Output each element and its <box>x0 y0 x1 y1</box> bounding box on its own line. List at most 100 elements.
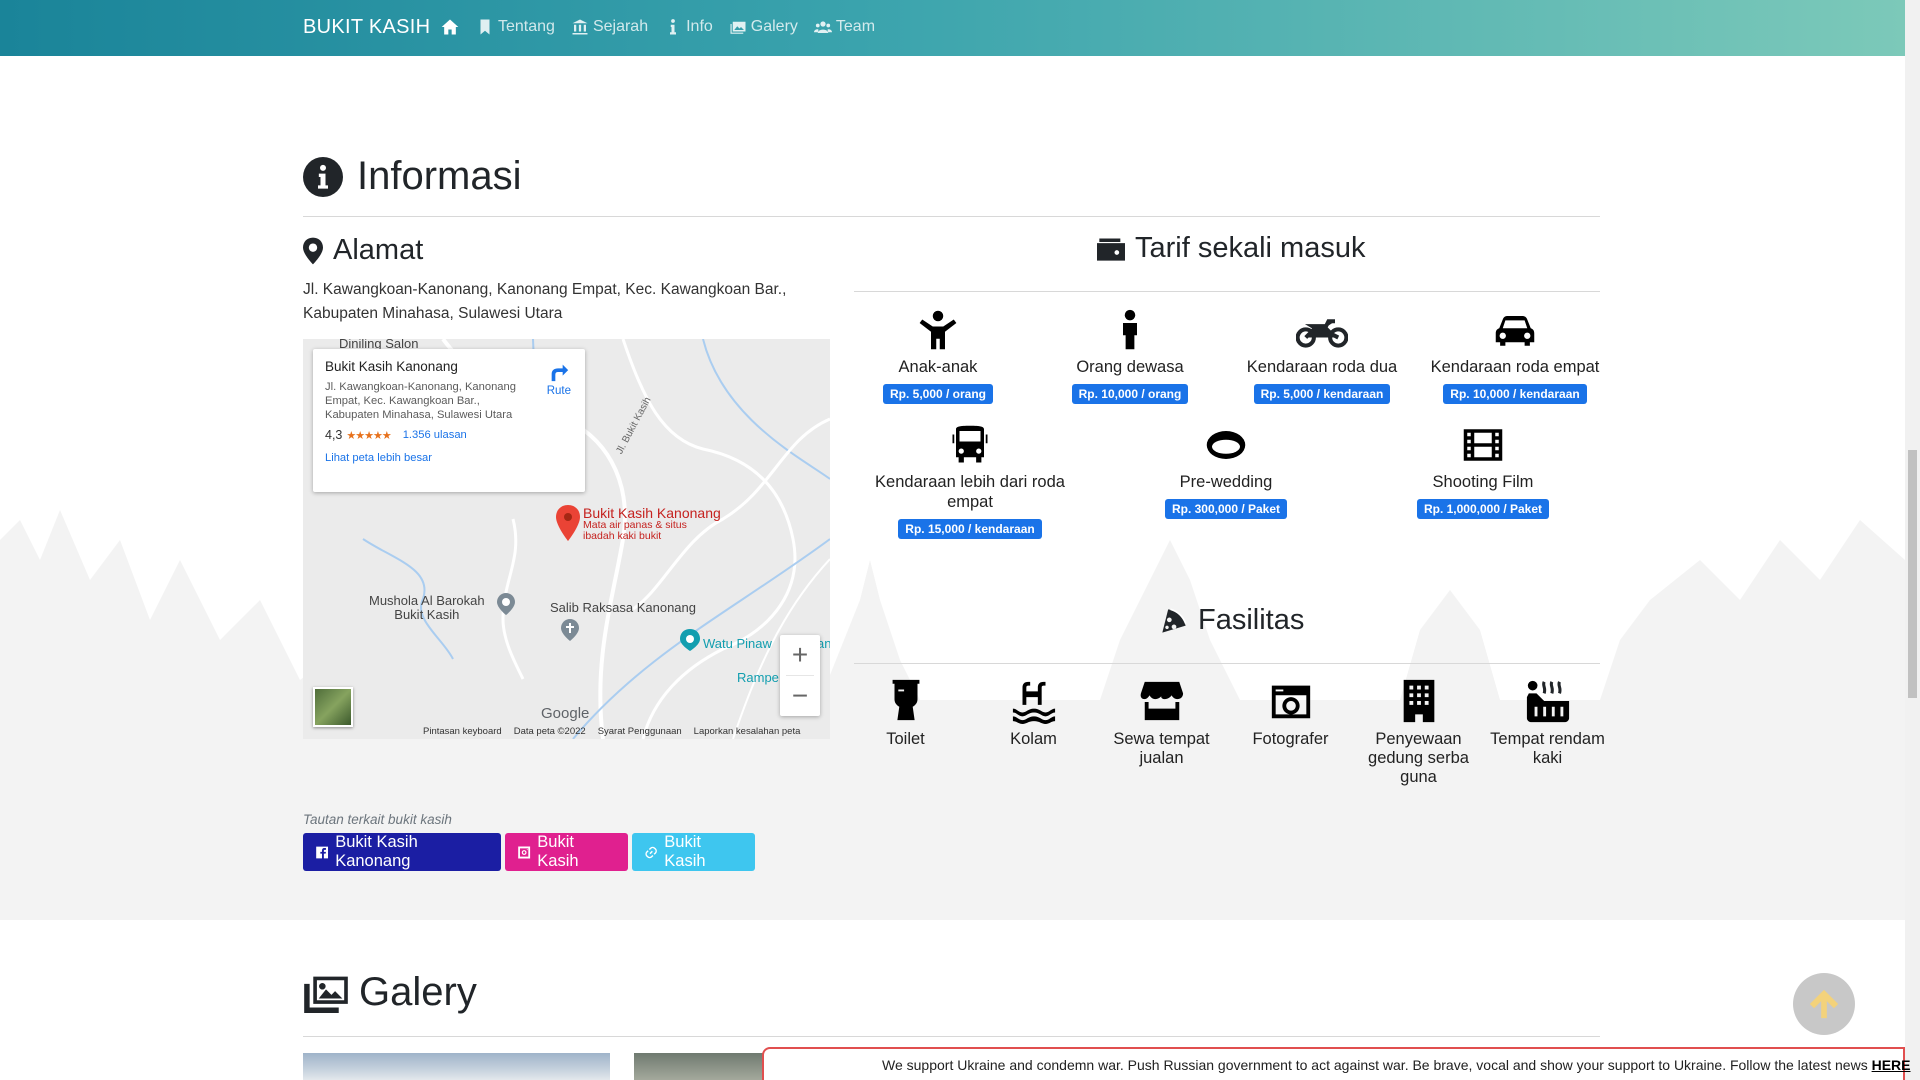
church-pin-icon[interactable] <box>561 619 579 641</box>
instagram-link-button[interactable]: Bukit Kasih <box>505 833 628 871</box>
map-route-button[interactable]: Rute <box>547 361 571 397</box>
map-footer-data: Data peta ©2022 <box>513 726 586 737</box>
banner-text: We support Ukraine and condemn war. Push… <box>882 1057 1872 1073</box>
tarif-price-badge: Rp. 10,000 / orang <box>1071 384 1189 404</box>
page-scrollbar[interactable] <box>1905 0 1920 1080</box>
zoom-in-button[interactable]: + <box>780 635 820 675</box>
tarif-price-badge: Rp. 15,000 / kendaraan <box>898 519 1042 539</box>
map-footer-terms[interactable]: Syarat Penggunaan <box>598 726 682 737</box>
nav-item-sejarah[interactable]: Sejarah <box>571 17 648 37</box>
motorcycle-icon <box>1296 319 1348 348</box>
map-label-mushola: Mushola Al Barokah Bukit Kasih <box>369 594 485 622</box>
map-view-larger-link[interactable]: Lihat peta lebih besar <box>325 452 573 464</box>
website-link-label: Bukit Kasih <box>664 833 706 870</box>
attraction-pin-icon[interactable] <box>680 629 700 651</box>
fasilitas-label: Toilet <box>886 730 925 748</box>
ring-icon <box>1206 431 1246 459</box>
tarif-price-badge: Rp. 5,000 / orang <box>882 384 994 404</box>
tarif-item-roda-dua: Kendaraan roda dua Rp. 5,000 / kendaraan <box>1222 305 1422 404</box>
map-footer-keyboard[interactable]: Pintasan keyboard <box>423 726 502 737</box>
fasilitas-label: Tempat rendam kaki <box>1490 730 1605 767</box>
alamat-title: Alamat <box>333 234 424 266</box>
fasilitas-item-rendam: Tempat rendam kaki <box>1485 678 1610 768</box>
divider <box>854 291 1600 292</box>
facebook-icon <box>316 846 329 858</box>
fasilitas-label: Kolam <box>1010 730 1057 748</box>
top-navbar: BUKIT KASIH Tentang Sejarah Info Galery … <box>0 0 1905 56</box>
tarif-price-badge: Rp. 10,000 / kendaraan <box>1443 384 1587 404</box>
brand-logo[interactable]: BUKIT KASIH <box>303 16 430 39</box>
images-icon <box>730 21 746 34</box>
pizza-slice-icon <box>1162 607 1187 633</box>
nav-item-label: Galery <box>750 18 798 35</box>
tarif-price-badge: Rp. 1,000,000 / Paket <box>1416 499 1550 519</box>
zoom-out-button[interactable]: − <box>780 676 820 716</box>
website-link-button[interactable]: Bukit Kasih <box>632 833 755 871</box>
nav-item-label: Tentang <box>498 18 555 35</box>
fasilitas-heading: Fasilitas <box>1160 604 1304 637</box>
map-pin-icon[interactable] <box>556 505 580 541</box>
facebook-link-label: Bukit Kasih Kanonang <box>335 833 418 870</box>
gallery-image[interactable] <box>634 1053 774 1080</box>
map-footer-report[interactable]: Laporkan kesalahan peta <box>694 726 801 737</box>
car-icon <box>1495 316 1535 346</box>
divider <box>303 216 1600 217</box>
fasilitas-item-toilet: Toilet <box>843 678 968 749</box>
galery-title: Galery <box>359 970 477 1014</box>
building-icon <box>1403 679 1434 723</box>
map-zoom-control: + − <box>780 635 820 716</box>
fasilitas-item-kolam: Kolam <box>971 678 1096 749</box>
tarif-label: Shooting Film <box>1432 473 1534 491</box>
scroll-to-top-button[interactable] <box>1793 973 1855 1035</box>
tarif-item-prewedding: Pre-wedding Rp. 300,000 / Paket <box>1126 420 1326 519</box>
tarif-heading: Tarif sekali masuk <box>1097 232 1365 265</box>
map-mushola-line1: Mushola Al Barokah <box>369 593 485 608</box>
bus-icon <box>952 425 988 463</box>
informasi-heading: Informasi <box>303 154 522 199</box>
nav-item-home[interactable] <box>440 17 460 37</box>
tarif-label: Pre-wedding <box>1179 473 1273 491</box>
store-icon <box>1140 681 1183 721</box>
tarif-price-badge: Rp. 5,000 / kendaraan <box>1253 384 1391 404</box>
nav-menu: Tentang Sejarah Info Galery Team <box>440 17 875 37</box>
nav-item-team[interactable]: Team <box>813 17 875 37</box>
embedded-map[interactable]: Diniling Salon Jl. Bukit Kasih Bukit Kas… <box>303 339 830 739</box>
fasilitas-item-gedung: Penyewaan gedung serba guna <box>1356 678 1481 787</box>
bookmark-icon <box>480 19 490 35</box>
ukraine-support-banner: We support Ukraine and condemn war. Push… <box>762 1047 1911 1080</box>
wallet-icon <box>1097 238 1125 261</box>
nav-item-galery[interactable]: Galery <box>729 17 798 37</box>
map-marker-sub2: ibadah kaki bukit <box>583 530 662 542</box>
facebook-link-button[interactable]: Bukit Kasih Kanonang <box>303 833 501 871</box>
toilet-icon <box>892 679 919 721</box>
arrow-up-icon <box>1809 989 1839 1019</box>
nav-item-label: Info <box>686 18 713 35</box>
camera-icon <box>1271 685 1310 719</box>
map-label-watu: Watu Pinaw <box>703 636 772 651</box>
map-rating: 4,3 <box>325 428 343 442</box>
tarif-item-dewasa: Orang dewasa Rp. 10,000 / orang <box>1030 305 1230 404</box>
map-label-salib: Salib Raksasa Kanonang <box>550 600 696 615</box>
tarif-label: Anak-anak <box>898 358 978 376</box>
gallery-image[interactable] <box>303 1053 610 1080</box>
main-content: Informasi Alamat Jl. Kawangkoan-Kanonang… <box>0 0 1905 1080</box>
fasilitas-label: Fotografer <box>1252 730 1329 748</box>
banner-news-link[interactable]: HERE <box>1872 1057 1911 1073</box>
map-reviews-link[interactable]: 1.356 ulasan <box>403 429 467 441</box>
map-place-name: Bukit Kasih Kanonang <box>325 359 458 374</box>
tarif-item-roda-lebih: Kendaraan lebih dari roda empat Rp. 15,0… <box>870 420 1070 539</box>
tarif-item-shooting: Shooting Film Rp. 1,000,000 / Paket <box>1383 420 1583 519</box>
fasilitas-item-jualan: Sewa tempat jualan <box>1099 678 1224 768</box>
info-icon <box>670 19 677 35</box>
mosque-pin-icon[interactable] <box>497 593 515 615</box>
satellite-toggle[interactable] <box>313 687 353 727</box>
scrollbar-thumb[interactable] <box>1908 450 1917 698</box>
child-icon <box>919 310 957 350</box>
galery-heading: Galery <box>303 970 477 1015</box>
tarif-label: Kendaraan lebih dari roda empat <box>875 473 1065 511</box>
nav-item-info[interactable]: Info <box>664 17 713 37</box>
nav-item-tentang[interactable]: Tentang <box>476 17 555 37</box>
map-marker-icon <box>303 237 323 264</box>
fasilitas-label: Penyewaan gedung serba guna <box>1368 730 1469 786</box>
tarif-item-roda-empat: Kendaraan roda empat Rp. 10,000 / kendar… <box>1415 305 1615 404</box>
